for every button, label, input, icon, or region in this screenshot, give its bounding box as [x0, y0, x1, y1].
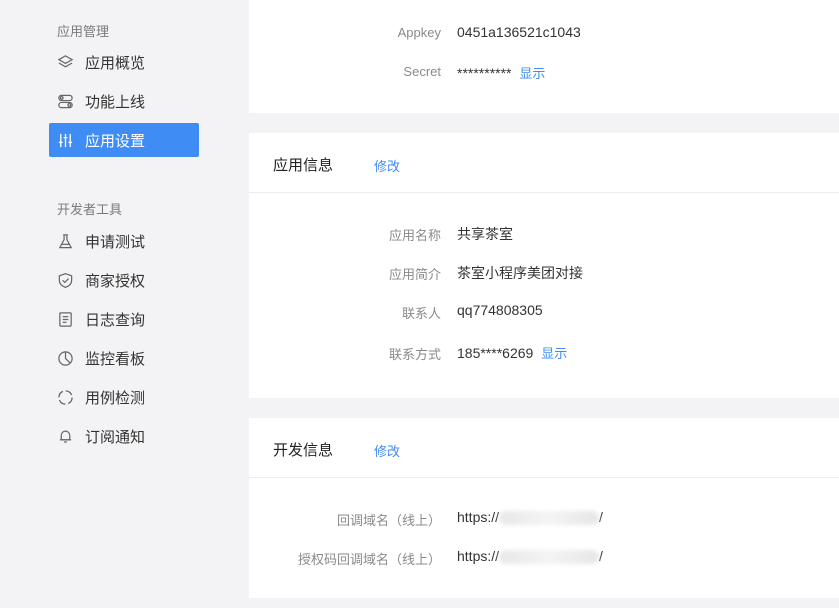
- toggle-icon: [56, 92, 74, 110]
- keys-card: Appkey 0451a136521c1043 Secret *********…: [249, 0, 839, 113]
- app-info-card: 应用信息 修改 应用名称 共享茶室 应用简介 茶室小程序美团对接 联系人 qq7…: [249, 133, 839, 398]
- sidebar-item-label: 商家授权: [85, 272, 146, 290]
- secret-value-wrap: ********** 显示: [457, 63, 545, 82]
- document-icon: [56, 310, 74, 328]
- sidebar-item-case-check[interactable]: 用例检测: [49, 380, 199, 414]
- auth-callback-value: https:// /: [457, 548, 603, 565]
- dev-info-edit-link[interactable]: 修改: [374, 441, 400, 460]
- appkey-value: 0451a136521c1043: [457, 24, 581, 40]
- phone-value: 185****6269: [457, 345, 534, 361]
- sliders-icon: [56, 131, 74, 149]
- dev-info-title: 开发信息: [273, 442, 334, 459]
- phone-label: 联系方式: [388, 347, 441, 362]
- contact-row: 联系人 qq774808305: [249, 300, 839, 324]
- callback-label: 回调域名（线上）: [336, 513, 441, 528]
- app-name-value: 共享茶室: [457, 226, 513, 242]
- show-phone-link[interactable]: 显示: [541, 346, 567, 361]
- sidebar-item-label: 用例检测: [85, 389, 146, 407]
- dev-info-card: 开发信息 修改 回调域名（线上） https:// / 授权码回调域名（线上） h…: [249, 418, 839, 598]
- bell-icon: [56, 427, 74, 445]
- secret-value: **********: [457, 65, 512, 81]
- auth-callback-prefix: https://: [457, 548, 500, 564]
- callback-redacted: [499, 511, 600, 526]
- sidebar-item-label: 应用概览: [85, 54, 146, 72]
- sidebar-item-merchant-auth[interactable]: 商家授权: [49, 263, 199, 297]
- sidebar-item-label: 订阅通知: [85, 428, 146, 446]
- phone-row: 联系方式 185****6269 显示: [249, 341, 839, 365]
- auth-callback-redacted: [499, 550, 600, 565]
- app-desc-label: 应用简介: [388, 267, 441, 282]
- auth-callback-label: 授权码回调域名（线上）: [297, 552, 441, 567]
- app-desc-value: 茶室小程序美团对接: [457, 265, 583, 281]
- show-secret-link[interactable]: 显示: [519, 66, 545, 81]
- app-name-row: 应用名称 共享茶室: [249, 222, 839, 246]
- group-title-developer-tools: 开发者工具: [57, 202, 123, 217]
- sidebar-item-app-settings[interactable]: 应用设置: [49, 123, 199, 157]
- app-info-title: 应用信息: [273, 157, 334, 174]
- secret-label: Secret: [403, 64, 441, 79]
- layers-icon: [56, 53, 74, 71]
- shield-check-icon: [56, 271, 74, 289]
- auth-callback-row: 授权码回调域名（线上） https:// /: [249, 546, 839, 570]
- sidebar-item-subscribe-notify[interactable]: 订阅通知: [49, 419, 199, 453]
- sidebar: 应用管理 应用概览 功能上线 应用设置 开发者工具 申请测试 商家授权 日志查询…: [0, 0, 236, 608]
- appkey-row: Appkey 0451a136521c1043: [249, 22, 839, 46]
- pie-chart-icon: [56, 349, 74, 367]
- callback-prefix: https://: [457, 509, 500, 525]
- sidebar-item-app-overview[interactable]: 应用概览: [49, 45, 199, 79]
- sidebar-item-monitor-board[interactable]: 监控看板: [49, 341, 199, 375]
- circle-dashed-icon: [56, 388, 74, 406]
- app-name-label: 应用名称: [388, 228, 441, 243]
- contact-label: 联系人: [401, 306, 441, 321]
- appkey-label: Appkey: [397, 25, 441, 40]
- sidebar-item-label: 应用设置: [85, 132, 146, 150]
- callback-row: 回调域名（线上） https:// /: [249, 507, 839, 531]
- contact-value: qq774808305: [457, 302, 543, 318]
- app-info-header: 应用信息 修改: [249, 133, 839, 193]
- app-desc-row: 应用简介 茶室小程序美团对接: [249, 261, 839, 285]
- sidebar-item-apply-test[interactable]: 申请测试: [49, 224, 199, 258]
- auth-callback-suffix: /: [599, 548, 603, 564]
- app-info-edit-link[interactable]: 修改: [374, 156, 400, 175]
- group-title-app-management: 应用管理: [57, 24, 110, 39]
- secret-row: Secret ********** 显示: [249, 61, 839, 85]
- sidebar-item-label: 申请测试: [85, 233, 146, 251]
- dev-info-header: 开发信息 修改: [249, 418, 839, 478]
- sidebar-item-log-query[interactable]: 日志查询: [49, 302, 199, 336]
- callback-suffix: /: [599, 509, 603, 525]
- flask-icon: [56, 232, 74, 250]
- sidebar-item-label: 日志查询: [85, 311, 146, 329]
- sidebar-item-feature-launch[interactable]: 功能上线: [49, 84, 199, 118]
- phone-value-wrap: 185****6269 显示: [457, 343, 567, 362]
- sidebar-item-label: 监控看板: [85, 350, 146, 368]
- callback-value: https:// /: [457, 509, 603, 526]
- sidebar-item-label: 功能上线: [85, 93, 146, 111]
